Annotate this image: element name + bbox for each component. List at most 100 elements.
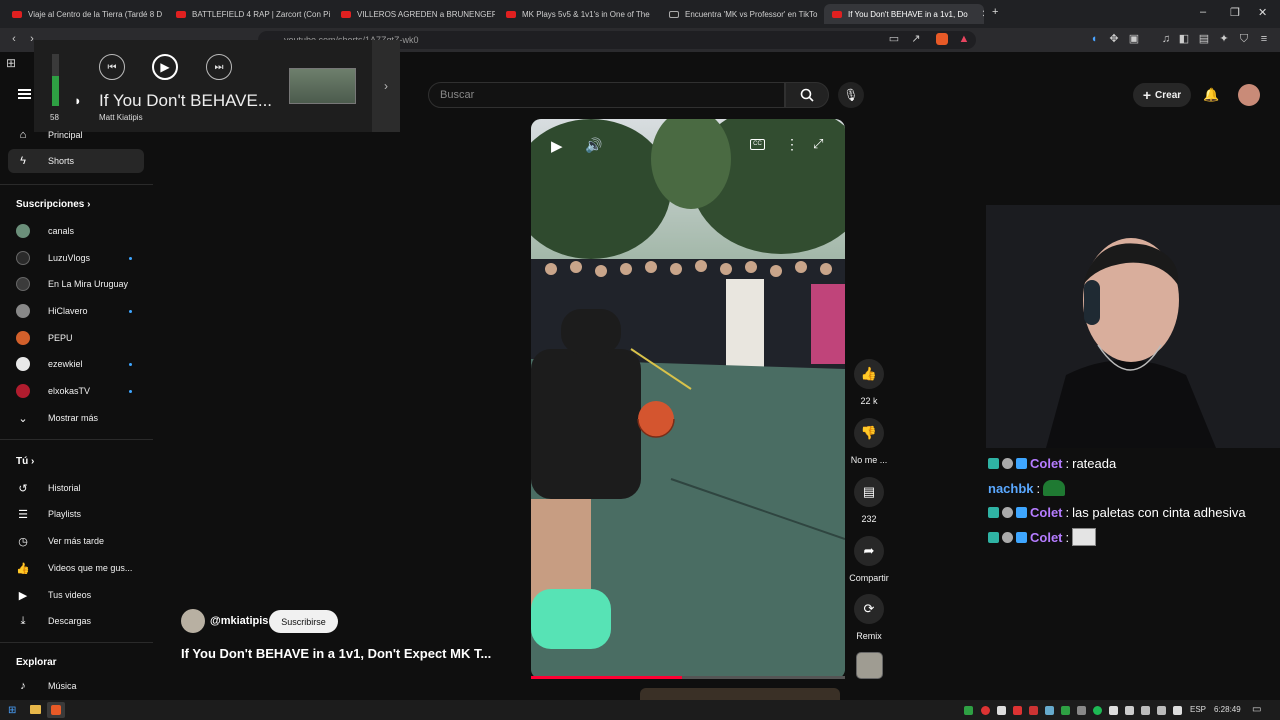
notifications-icon[interactable]: ▭ [1252, 704, 1261, 715]
show-more-button[interactable]: ⌄ Mostrar más [8, 406, 144, 430]
file-explorer-icon[interactable] [30, 705, 41, 714]
subscriptions-heading[interactable]: Suscripciones › [16, 199, 90, 210]
channel-handle[interactable]: @mkiatipis [210, 615, 268, 627]
sidebar-item-music[interactable]: ♪ Música [8, 674, 144, 698]
sidebar-item-your-videos[interactable]: ▶ Tus videos [8, 583, 144, 607]
video-progress-bar[interactable] [531, 676, 845, 679]
sidebar-item-liked-videos[interactable]: 👍 Videos que me gus... [8, 556, 144, 580]
more-options-icon[interactable]: ⋮ [785, 136, 799, 153]
play-button[interactable]: ▶ [152, 54, 178, 80]
chat-username[interactable]: nachbk [988, 481, 1034, 496]
expand-chevron-icon[interactable]: › [372, 40, 400, 132]
browser-tab[interactable]: Encuentra 'MK vs Professor' en TikTo [661, 4, 821, 24]
close-tab-icon[interactable]: ✕ [982, 9, 984, 20]
sidebar-item-subscription[interactable]: ezewkiel [8, 352, 144, 376]
short-video-player[interactable]: ▶ 🔊 CC ⋮ ⤢ [531, 119, 845, 679]
tray-app-icon[interactable] [1077, 706, 1086, 715]
volume-meter[interactable] [52, 54, 59, 106]
sidebar-item-subscription[interactable]: elxokasTV [8, 379, 144, 403]
extensions-icon[interactable]: ✥ [1108, 33, 1120, 45]
close-window-icon[interactable]: ✕ [1258, 6, 1267, 19]
screenshot-icon[interactable]: ▣ [1128, 33, 1140, 45]
previous-track-button[interactable]: ⏮ [99, 54, 125, 80]
captions-icon[interactable]: CC [750, 139, 765, 150]
windows-start-icon[interactable]: ⊞ [8, 705, 16, 716]
sidebar-item-playlists[interactable]: ☰ Playlists [8, 502, 144, 526]
rewards-icon[interactable]: ▲ [958, 33, 970, 45]
language-indicator[interactable]: ESP [1190, 705, 1206, 714]
tray-app-icon[interactable] [964, 706, 973, 715]
next-short-preview[interactable] [640, 688, 840, 700]
tray-app-icon[interactable] [981, 706, 990, 715]
cast-icon[interactable]: ▭ [888, 33, 900, 45]
volume-icon[interactable]: 🔊 [585, 137, 602, 154]
tray-app-icon[interactable] [1029, 706, 1038, 715]
chat-username[interactable]: Colet [1030, 505, 1063, 520]
hamburger-menu-icon[interactable] [18, 89, 31, 99]
new-tab-icon[interactable]: + [992, 6, 998, 18]
remix-button[interactable]: ⟳ Remix [852, 594, 886, 641]
minimize-icon[interactable]: – [1200, 6, 1206, 18]
tray-app-icon[interactable] [1125, 706, 1134, 715]
notifications-bell-icon[interactable]: 🔔 [1203, 87, 1219, 103]
music-control-icon[interactable]: ♫ [1160, 33, 1172, 45]
sidebar-item-principal[interactable]: ⌂ Principal [8, 123, 144, 147]
audio-icon[interactable]: ◖ [1088, 33, 1100, 45]
tray-app-icon[interactable] [1061, 706, 1070, 715]
sidebar-toggle-icon[interactable]: ◧ [1178, 33, 1190, 45]
fullscreen-icon[interactable]: ⤢ [813, 136, 823, 152]
comments-button[interactable]: ▤ 232 [852, 477, 886, 524]
channel-avatar[interactable] [181, 609, 205, 633]
menu-icon[interactable]: ≡ [1258, 33, 1270, 45]
sidebar-item-shorts[interactable]: ϟ Shorts [8, 149, 144, 173]
speaker-icon[interactable] [1173, 706, 1182, 715]
sidebar-item-subscription[interactable]: PEPU [8, 326, 144, 350]
browser-tab[interactable]: BATTLEFIELD 4 RAP | Zarcort (Con Pi [168, 4, 330, 24]
sidebar-item-subscription[interactable]: HiClavero [8, 299, 144, 323]
next-track-button[interactable]: ⏭ [206, 54, 232, 80]
account-avatar[interactable] [1238, 84, 1260, 106]
dislike-button[interactable]: 👎 No me ... [851, 418, 887, 465]
spotify-icon[interactable] [1093, 706, 1102, 715]
back-icon[interactable]: ‹ [8, 33, 20, 45]
browser-tab[interactable]: MK Plays 5v5 & 1v1's in One of The [498, 4, 658, 24]
tray-app-icon[interactable] [997, 706, 1006, 715]
share-page-icon[interactable]: ↗ [910, 33, 922, 45]
sidebar-item-watch-later[interactable]: ◷ Ver más tarde [8, 529, 144, 553]
apps-grid-icon[interactable]: ⊞ [6, 56, 16, 70]
create-button[interactable]: + Crear [1133, 83, 1191, 107]
short-title[interactable]: If You Don't BEHAVE in a 1v1, Don't Expe… [181, 646, 491, 661]
sidebar-item-downloads[interactable]: ⤓ Descargas [8, 609, 144, 633]
wallet-icon[interactable]: ▤ [1198, 33, 1210, 45]
browser-tab[interactable]: Viaje al Centro de la Tierra (Tardé 8 D [4, 4, 164, 24]
subscribe-button[interactable]: Suscribirse [269, 610, 338, 633]
microphone-tray-icon[interactable] [1109, 706, 1118, 715]
voice-search-button[interactable]: 🎙 [838, 82, 864, 108]
tray-app-icon[interactable] [1045, 706, 1054, 715]
browser-tab-active[interactable]: If You Don't BEHAVE in a 1v1, Do✕ [824, 4, 984, 24]
maximize-icon[interactable]: ❐ [1230, 6, 1240, 19]
taskbar-browser-button[interactable] [47, 702, 65, 718]
network-icon[interactable] [1157, 706, 1166, 715]
search-button[interactable] [785, 82, 829, 108]
chat-username[interactable]: Colet [1030, 456, 1063, 471]
sidebar-item-subscription[interactable]: canals [8, 219, 144, 243]
sidebar-item-history[interactable]: ↺ Historial [8, 476, 144, 500]
share-button[interactable]: ➦ Compartir [849, 536, 889, 583]
you-heading[interactable]: Tú › [16, 456, 34, 467]
vpn-icon[interactable]: ⛉ [1238, 33, 1250, 45]
volume-toggle-icon[interactable]: ◗ [74, 93, 82, 108]
wifi-icon[interactable] [1141, 706, 1150, 715]
sidebar-item-subscription[interactable]: LuzuVlogs [8, 246, 144, 270]
brave-shield-icon[interactable] [936, 33, 948, 45]
sidebar-item-subscription[interactable]: En La Mira Uruguay [8, 272, 144, 296]
tray-app-icon[interactable] [1013, 706, 1022, 715]
play-icon[interactable]: ▶ [551, 137, 563, 155]
chat-username[interactable]: Colet [1030, 530, 1063, 545]
sound-thumbnail[interactable] [856, 652, 883, 679]
ai-icon[interactable]: ✦ [1218, 33, 1230, 45]
search-input[interactable]: Buscar [428, 82, 785, 108]
browser-tab[interactable]: VILLEROS AGREDEN a BRUNENGER y [333, 4, 495, 24]
clock[interactable]: 6:28:49 [1214, 705, 1241, 714]
like-button[interactable]: 👍 22 k [852, 359, 886, 406]
